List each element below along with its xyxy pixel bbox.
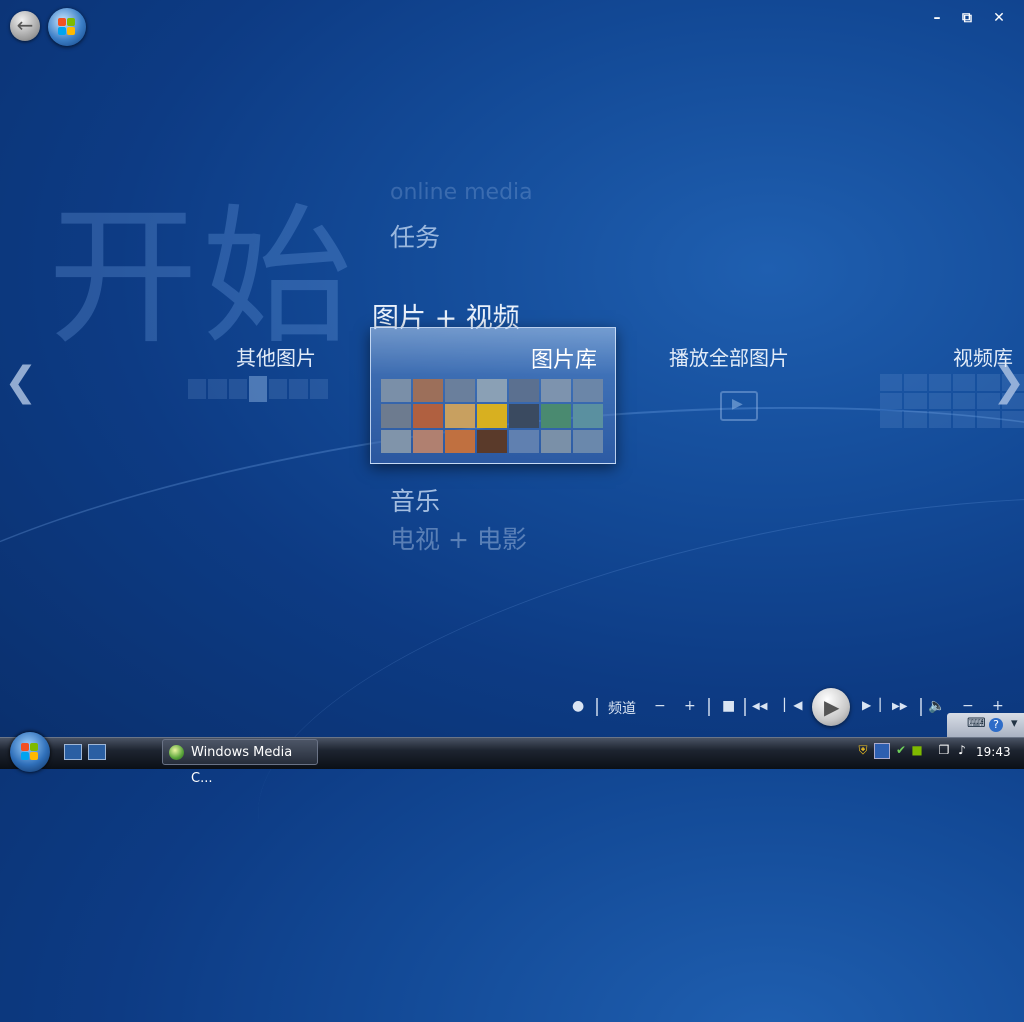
divider bbox=[596, 698, 598, 716]
strip-item-video-library-label[interactable]: 视频库 bbox=[953, 342, 1013, 371]
show-desktop-icon[interactable] bbox=[64, 744, 82, 760]
windows-flag-icon bbox=[58, 18, 76, 36]
volume-icon[interactable]: ♪ bbox=[955, 743, 969, 757]
channel-up-button[interactable]: + bbox=[684, 698, 696, 714]
dropdown-icon[interactable]: ▾ bbox=[1011, 716, 1018, 731]
windows-start-button[interactable] bbox=[10, 732, 50, 772]
media-center-mini-toolbar: ⌨ ? ▾ bbox=[947, 713, 1024, 737]
menu-item-online-media[interactable]: online media bbox=[390, 180, 533, 205]
fast-forward-button[interactable]: ▶▶ bbox=[892, 701, 907, 712]
skip-forward-button[interactable]: ▶▕ bbox=[862, 698, 880, 712]
stop-button[interactable]: ■ bbox=[722, 698, 735, 714]
volume-up-button[interactable]: + bbox=[992, 698, 1004, 714]
back-button[interactable]: ← bbox=[10, 11, 40, 41]
skip-back-button[interactable]: ▏◀ bbox=[784, 698, 802, 712]
volume-down-button[interactable]: − bbox=[962, 698, 974, 714]
divider bbox=[708, 698, 710, 716]
channel-down-button[interactable]: − bbox=[654, 698, 666, 714]
network-icon[interactable]: ❐ bbox=[937, 743, 951, 757]
media-center-start-button[interactable] bbox=[48, 8, 86, 46]
media-center-icon bbox=[169, 745, 184, 760]
keyboard-icon[interactable]: ⌨ bbox=[967, 716, 986, 731]
close-button[interactable]: ✕ bbox=[988, 8, 1010, 28]
update-icon[interactable]: ✔ bbox=[894, 743, 908, 757]
input-indicator-icon[interactable] bbox=[874, 743, 890, 759]
taskbar-clock[interactable]: 19:43 bbox=[976, 745, 1011, 759]
windows-flag-icon bbox=[21, 743, 39, 761]
strip-item-other-pictures-label[interactable]: 其他图片 bbox=[236, 342, 316, 371]
strip-prev-arrow-icon[interactable]: ❮ bbox=[4, 362, 38, 402]
menu-item-tv-movies[interactable]: 电视 + 电影 bbox=[390, 520, 527, 556]
record-button[interactable]: ● bbox=[572, 698, 584, 714]
divider bbox=[920, 698, 922, 716]
windows-logo-tray-icon[interactable]: ■ bbox=[910, 743, 924, 757]
menu-item-music[interactable]: 音乐 bbox=[390, 482, 440, 518]
play-icon: ▶ bbox=[824, 695, 840, 719]
rewind-button[interactable]: ◀◀ bbox=[752, 701, 767, 712]
other-pictures-tile[interactable] bbox=[188, 376, 328, 402]
security-shield-icon[interactable]: ⛨ bbox=[856, 743, 870, 757]
divider bbox=[744, 698, 746, 716]
minimize-button[interactable]: – bbox=[926, 8, 948, 28]
mute-button[interactable]: 🔈 bbox=[928, 698, 945, 714]
picture-library-label: 图片库 bbox=[530, 348, 597, 373]
taskbar bbox=[0, 737, 1024, 769]
switch-windows-icon[interactable] bbox=[88, 744, 106, 760]
menu-item-tasks[interactable]: 任务 bbox=[390, 218, 440, 254]
play-button[interactable]: ▶ bbox=[812, 688, 850, 726]
back-arrow-icon: ← bbox=[16, 13, 34, 37]
restore-button[interactable]: ⧉ bbox=[956, 8, 978, 28]
help-icon[interactable]: ? bbox=[989, 718, 1003, 732]
picture-thumbnails bbox=[381, 379, 603, 453]
play-all-tile-icon[interactable]: ▶ bbox=[720, 391, 758, 421]
channel-label: 频道 bbox=[608, 701, 636, 717]
page-title: 开始 bbox=[48, 191, 357, 365]
transport-controls: ● 频道 − + ■ ◀◀ ▏◀ ▶ ▶▕ ▶▶ 🔈 − + bbox=[570, 688, 1010, 728]
strip-item-play-all-pictures-label[interactable]: 播放全部图片 bbox=[669, 342, 789, 371]
video-library-tile[interactable] bbox=[880, 374, 1024, 428]
strip-item-picture-library[interactable]: 图片库 bbox=[370, 327, 616, 464]
taskbar-button-windows-media-center[interactable]: Windows Media C... bbox=[162, 739, 318, 786]
